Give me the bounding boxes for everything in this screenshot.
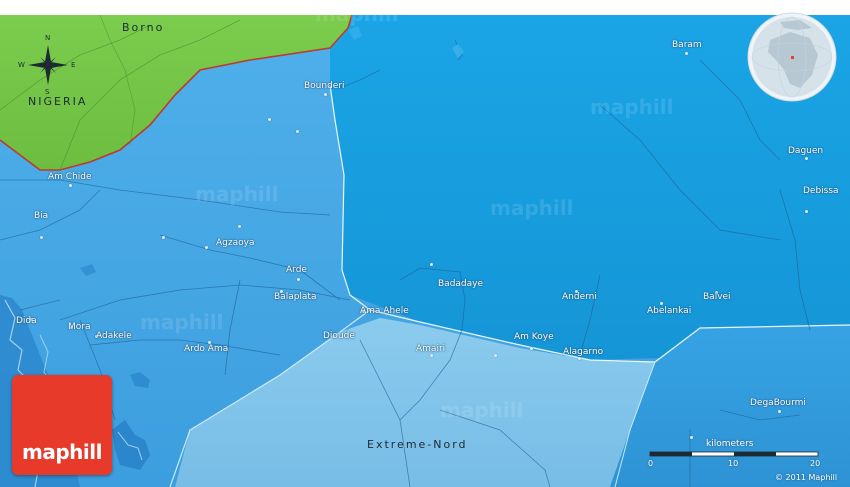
place-label-baram[interactable]: Baram	[672, 40, 702, 50]
place-label-mora[interactable]: Mora	[68, 322, 91, 332]
place-dot	[205, 246, 208, 249]
place-label-balaplata[interactable]: Balaplata	[274, 292, 316, 302]
scale-tick-10: 10	[728, 459, 739, 468]
watermark: maphill	[140, 310, 224, 334]
place-label-degabourmi[interactable]: DegaBourmi	[750, 398, 806, 408]
place-label-anderni[interactable]: Anderni	[562, 292, 597, 302]
place-label-bia[interactable]: Bia	[34, 211, 48, 221]
place-dot	[430, 263, 433, 266]
place-label-abelankai[interactable]: Abelankai	[647, 306, 691, 316]
place-dot	[530, 347, 533, 350]
watermark: maphill	[440, 398, 524, 422]
place-dot	[296, 130, 299, 133]
place-dot	[660, 302, 663, 305]
map-view[interactable]: maphill maphill maphill maphill maphill …	[0, 0, 850, 487]
place-label-ama-ahele[interactable]: Ama Ahele	[360, 306, 409, 316]
place-dot	[805, 157, 808, 160]
place-label-adakele[interactable]: Adakele	[96, 331, 132, 341]
place-dot	[690, 436, 693, 439]
place-dot	[238, 225, 241, 228]
place-dot	[805, 210, 808, 213]
place-dot	[162, 236, 165, 239]
place-dot	[324, 93, 327, 96]
place-label-badadaye[interactable]: Badadaye	[438, 279, 483, 289]
place-label-alagarno[interactable]: Alagarno	[563, 347, 603, 357]
globe-locator	[747, 12, 837, 102]
place-label-dioude[interactable]: Dioude	[323, 331, 355, 341]
place-label-bounderi[interactable]: Bounderi	[304, 81, 345, 91]
scale-tick-0: 0	[648, 459, 654, 468]
place-dot	[40, 236, 43, 239]
place-label-am-koye[interactable]: Am Koye	[514, 332, 554, 342]
watermark: maphill	[315, 2, 399, 26]
region-label-nigeria: NIGERIA	[28, 95, 88, 108]
place-dot	[69, 184, 72, 187]
compass-east: E	[71, 61, 76, 69]
region-label-extreme-nord: Extreme-Nord	[367, 438, 468, 451]
place-dot	[778, 410, 781, 413]
place-label-debissa[interactable]: Debissa	[803, 186, 839, 196]
place-dot	[268, 118, 271, 121]
region-label-borno: Borno	[122, 21, 165, 34]
place-label-ardo-ama[interactable]: Ardo Ama	[184, 344, 228, 354]
place-label-daguen[interactable]: Daguen	[788, 146, 823, 156]
maphill-logo-text: maphill	[22, 440, 102, 464]
scale-bar	[649, 451, 819, 457]
watermark: maphill	[590, 95, 674, 119]
place-dot	[494, 354, 497, 357]
place-label-amairi[interactable]: Amairi	[416, 344, 445, 354]
watermark: maphill	[490, 196, 574, 220]
place-label-am-chide[interactable]: Am Chide	[48, 172, 92, 182]
place-label-agzaoya[interactable]: Agzaoya	[216, 238, 254, 248]
watermark: maphill	[195, 182, 279, 206]
compass-west: W	[18, 61, 25, 69]
place-dot	[578, 357, 581, 360]
place-label-arde[interactable]: Arde	[286, 265, 307, 275]
place-dot	[297, 278, 300, 281]
scale-tick-20: 20	[810, 459, 821, 468]
place-label-balvei[interactable]: Balvei	[703, 292, 731, 302]
place-dot	[430, 354, 433, 357]
scale-title: kilometers	[706, 439, 754, 449]
copyright-text: © 2011 Maphill	[775, 473, 838, 482]
map-terrain	[0, 0, 850, 487]
place-label-dida[interactable]: Dida	[16, 316, 37, 326]
place-dot	[685, 52, 688, 55]
compass-north: N	[45, 34, 51, 42]
